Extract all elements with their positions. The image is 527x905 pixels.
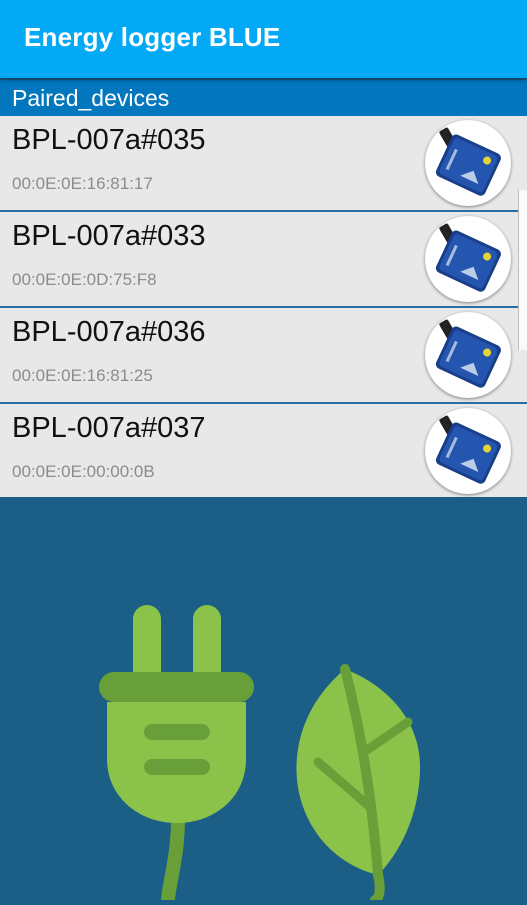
device-row[interactable]: BPL-007a#036 00:0E:0E:16:81:25 bbox=[0, 308, 527, 404]
device-address: 00:0E:0E:00:00:0B bbox=[12, 462, 155, 481]
device-name: BPL-007a#033 bbox=[12, 220, 206, 252]
section-header-label: Paired_devices bbox=[12, 85, 170, 111]
paired-devices-header: Paired_devices bbox=[0, 80, 527, 116]
device-list: BPL-007a#035 00:0E:0E:16:81:17 BPL-007a#… bbox=[0, 116, 527, 498]
device-thumbnail-icon bbox=[425, 312, 511, 398]
device-thumbnail-icon bbox=[425, 408, 511, 494]
scrollbar[interactable] bbox=[518, 190, 527, 350]
hero-banner bbox=[0, 497, 527, 905]
device-name: BPL-007a#036 bbox=[12, 316, 206, 348]
device-address: 00:0E:0E:0D:75:F8 bbox=[12, 270, 157, 289]
device-row[interactable]: BPL-007a#033 00:0E:0E:0D:75:F8 bbox=[0, 212, 527, 308]
device-name: BPL-007a#035 bbox=[12, 124, 206, 156]
plug-leaf-icon bbox=[99, 605, 420, 905]
device-thumbnail-icon bbox=[425, 120, 511, 206]
device-address: 00:0E:0E:16:81:25 bbox=[12, 366, 153, 385]
app-bar: Energy logger BLUE bbox=[0, 0, 527, 78]
device-address: 00:0E:0E:16:81:17 bbox=[12, 174, 153, 193]
device-name: BPL-007a#037 bbox=[12, 412, 206, 444]
device-row[interactable]: BPL-007a#035 00:0E:0E:16:81:17 bbox=[0, 116, 527, 212]
device-thumbnail-icon bbox=[425, 216, 511, 302]
app-title: Energy logger BLUE bbox=[24, 22, 281, 52]
device-row[interactable]: BPL-007a#037 00:0E:0E:00:00:0B bbox=[0, 404, 527, 498]
